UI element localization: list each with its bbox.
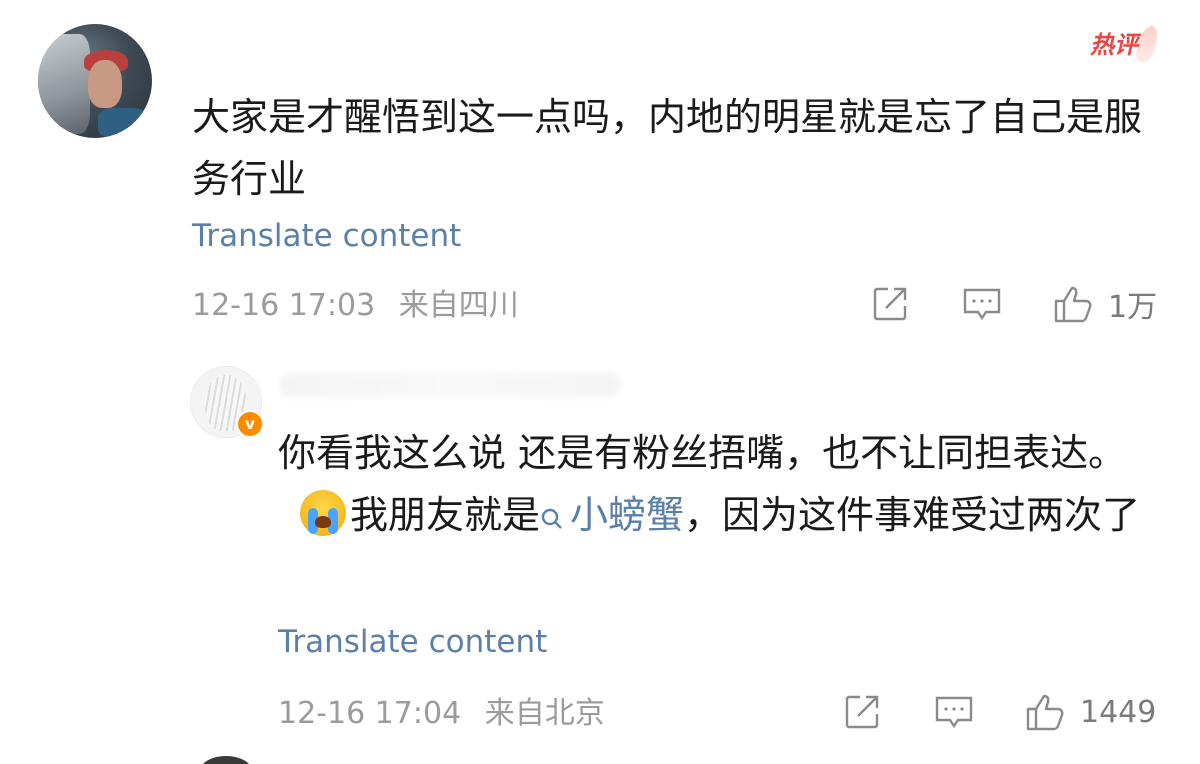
comment-text: 大家是才醒悟到这一点吗，内地的明星就是忘了自己是服务行业 — [192, 95, 1143, 201]
like-count: 1449 — [1080, 694, 1157, 730]
comment-thread: 热评 大家是才醒悟到这一点吗，内地的明星就是忘了自己是服务行业 Translat… — [0, 0, 1200, 764]
comment-icon[interactable] — [960, 282, 1004, 326]
comment-icon[interactable] — [932, 690, 976, 734]
translate-content-link[interactable]: Translate content — [192, 214, 461, 258]
comment-actions: 1万 — [868, 282, 1157, 326]
reply-text-part2: 我朋友就是 — [350, 493, 541, 537]
like-icon[interactable] — [1024, 690, 1068, 734]
verified-badge: v — [236, 410, 264, 438]
commenter-avatar[interactable] — [38, 24, 152, 138]
next-comment-avatar[interactable] — [200, 756, 252, 764]
comment-meta: 12-16 17:03 来自四川 — [192, 284, 519, 328]
comment-time: 12-16 17:03 — [192, 288, 376, 323]
like-count: 1万 — [1108, 290, 1158, 325]
reply-text-part3: ，因为这件事难受过两次了 — [684, 493, 1141, 537]
hot-comment-badge: 热评 — [1090, 26, 1161, 64]
reply-location: 来自北京 — [484, 696, 605, 731]
reply-actions: 1449 — [840, 690, 1156, 734]
reply-meta: 12-16 17:04 来自北京 — [278, 692, 605, 736]
reply-text: 你看我这么说 还是有粉丝捂嘴，也不让同担表达。我朋友就是 小螃蟹，因为这件事难受过… — [278, 422, 1158, 546]
blurred-username — [280, 372, 620, 398]
user-mention-link[interactable]: 小螃蟹 — [540, 493, 684, 537]
reply-text-part1: 你看我这么说 还是有粉丝捂嘴，也不让同担表达。 — [278, 431, 1127, 475]
forward-icon[interactable] — [868, 282, 912, 326]
reply-time: 12-16 17:04 — [278, 696, 462, 731]
like-icon[interactable] — [1052, 282, 1096, 326]
reply-translate-content-link[interactable]: Translate content — [278, 620, 547, 664]
mention-name: 小螃蟹 — [570, 493, 685, 537]
forward-icon[interactable] — [840, 690, 884, 734]
crying-emoji-icon — [300, 490, 346, 536]
comment-location: 来自四川 — [398, 288, 519, 323]
search-icon — [541, 508, 562, 529]
